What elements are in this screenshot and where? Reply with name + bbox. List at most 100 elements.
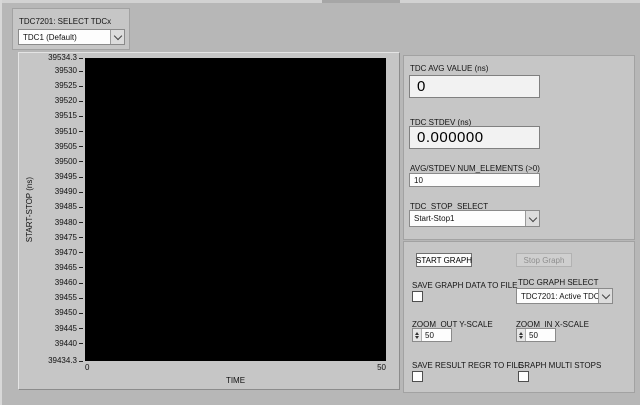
tdc-select-cluster: TDC7201: SELECT TDCx TDC1 (Default) (12, 8, 130, 50)
graph-plot-area (85, 58, 386, 361)
y-tick-mark (79, 312, 83, 314)
y-tick-label: 39475 (54, 232, 77, 242)
y-tick-mark (79, 115, 83, 117)
y-tick-label: 39465 (54, 262, 77, 272)
stop-select-value: Start-Stop1 (414, 214, 455, 223)
x-axis-title: TIME (225, 376, 246, 385)
graph-select-dropdown-button[interactable] (598, 289, 612, 303)
x-tick-label: 50 (377, 363, 386, 372)
increment-decrement-icon[interactable] (413, 329, 422, 341)
y-tick-label: 39455 (54, 293, 77, 303)
stop-select-dropdown-button[interactable] (525, 211, 539, 226)
y-tick: 39455 (55, 294, 83, 302)
graph-select-label: TDC GRAPH SELECT (518, 278, 599, 287)
y-tick: 39534.3 (48, 54, 83, 62)
tdc-select-dropdown[interactable]: TDC1 (Default) (18, 29, 125, 45)
y-tick-label: 39470 (54, 247, 77, 257)
num-elements-label: AVG/STDEV NUM_ELEMENTS (>0) (410, 164, 540, 173)
y-tick-mark (79, 176, 83, 178)
y-tick-label: 39530 (54, 66, 77, 76)
y-tick-mark (79, 343, 83, 345)
save-regr-label: SAVE RESULT REGR TO FILE (412, 361, 524, 370)
y-tick: 39515 (55, 112, 83, 120)
controls-cluster: START GRAPH Stop Graph SAVE GRAPH DATA T… (403, 241, 635, 393)
y-tick-label: 39510 (54, 126, 77, 136)
y-tick-mark (79, 237, 83, 239)
y-tick-mark (79, 85, 83, 87)
window-top-strip (0, 0, 640, 3)
tdc-select-label: TDC7201: SELECT TDCx (19, 17, 112, 26)
y-tick: 39460 (55, 279, 83, 287)
y-tick-mark (79, 360, 83, 362)
graph-select-dropdown[interactable]: TDC7201: Active TDCx (516, 288, 613, 304)
save-regr-checkbox[interactable] (412, 371, 423, 382)
y-tick-mark (79, 100, 83, 102)
y-tick: 39470 (54, 247, 83, 257)
zoom-out-y-input[interactable]: 50 (412, 328, 452, 342)
y-tick: 39485 (55, 203, 83, 211)
y-tick-mark (79, 191, 83, 193)
tdc-select-dropdown-button[interactable] (110, 30, 124, 44)
y-tick-mark (79, 328, 83, 330)
start-graph-button[interactable]: START GRAPH (416, 253, 472, 267)
y-tick: 39434.3 (48, 357, 83, 365)
y-tick-label: 39485 (54, 202, 77, 212)
y-tick: 39495 (55, 173, 83, 181)
tdc-select-value: TDC1 (Default) (23, 32, 77, 42)
y-tick: 39490 (55, 188, 83, 196)
num-elements-input[interactable]: 10 (409, 173, 540, 187)
y-tick-mark (79, 70, 83, 72)
y-tick: 39440 (54, 338, 83, 348)
save-graph-data-checkbox[interactable] (412, 291, 423, 302)
labview-front-panel: { "colors": { "page_bg": "#b7b7b7", "pan… (0, 0, 640, 405)
save-graph-data-label: SAVE GRAPH DATA TO FILE (412, 281, 518, 290)
y-tick-label: 39440 (54, 338, 77, 348)
y-tick-mark (79, 161, 83, 163)
y-tick-label: 39480 (54, 217, 77, 227)
y-tick: 39505 (55, 142, 83, 151)
y-tick-mark (79, 252, 83, 254)
y-tick-mark (79, 57, 83, 59)
y-tick: 39445 (54, 323, 83, 333)
avg-value-display: 0 (409, 75, 540, 98)
y-tick-label: 39434.3 (48, 356, 77, 365)
y-axis-ticks: 39534.3 39530 39525 39520 39515 39510 39505 395… (19, 54, 83, 365)
y-tick-mark (79, 267, 83, 269)
y-tick-label: 39534.3 (48, 53, 77, 62)
window-left-edge (0, 0, 2, 405)
zoom-in-x-input[interactable]: 50 (516, 328, 556, 342)
y-tick-label: 39460 (54, 278, 77, 288)
window-top-strip-segment (322, 0, 400, 3)
multi-stops-checkbox[interactable] (518, 371, 529, 382)
y-tick: 39480 (54, 217, 83, 227)
y-tick: 39475 (54, 232, 83, 242)
x-tick-label: 0 (85, 363, 90, 372)
y-tick: 39500 (54, 156, 83, 166)
y-tick-mark (79, 146, 83, 148)
chevron-down-icon (113, 31, 122, 41)
stop-graph-button[interactable]: Stop Graph (516, 253, 572, 267)
y-tick: 39530 (55, 67, 83, 75)
zoom-in-x-value: 50 (529, 330, 538, 340)
graph-container: START-STOP (ns) 39534.3 39530 39525 39520 39… (18, 52, 400, 390)
y-tick-mark (79, 297, 83, 299)
y-tick-mark (79, 222, 83, 224)
y-tick-label: 39500 (54, 156, 77, 166)
y-tick-label: 39450 (54, 308, 77, 318)
y-tick: 39520 (55, 97, 83, 105)
increment-decrement-icon[interactable] (517, 329, 526, 341)
y-tick-label: 39445 (54, 323, 77, 333)
x-axis-ticks: 0 50 (85, 363, 386, 372)
y-tick-label: 39525 (54, 81, 77, 91)
zoom-out-y-value: 50 (425, 330, 434, 340)
avg-value-label: TDC AVG VALUE (ns) (410, 64, 489, 73)
y-tick-mark (79, 282, 83, 284)
y-tick-label: 39495 (54, 172, 77, 182)
y-tick-label: 39520 (54, 96, 77, 106)
y-tick-mark (79, 206, 83, 208)
chevron-down-icon (528, 213, 537, 222)
stop-select-dropdown[interactable]: Start-Stop1 (409, 210, 540, 227)
y-tick: 39525 (55, 82, 83, 90)
chevron-down-icon (601, 290, 610, 300)
y-tick: 39510 (54, 126, 83, 136)
